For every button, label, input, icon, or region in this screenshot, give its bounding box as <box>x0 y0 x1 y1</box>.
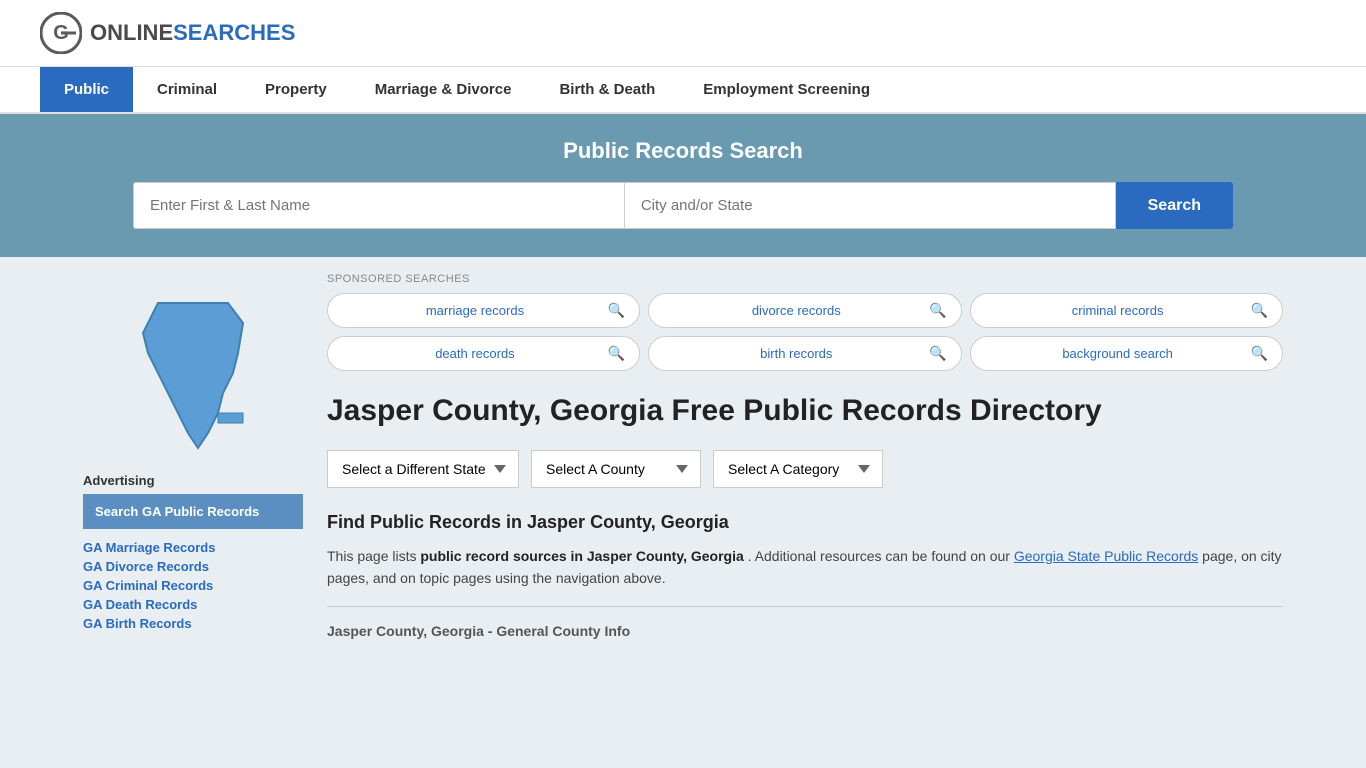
nav-item-employment[interactable]: Employment Screening <box>679 67 894 112</box>
location-input[interactable] <box>625 182 1116 229</box>
search-icon: 🔍 <box>929 345 946 362</box>
nav-item-birth-death[interactable]: Birth & Death <box>535 67 679 112</box>
county-info-label: Jasper County, Georgia - General County … <box>327 623 1283 639</box>
georgia-map-svg <box>128 293 258 453</box>
nav-link-criminal[interactable]: Criminal <box>133 67 241 112</box>
list-item[interactable]: GA Criminal Records <box>83 577 303 593</box>
state-map <box>83 293 303 453</box>
sponsored-item-criminal[interactable]: criminal records 🔍 <box>970 293 1283 328</box>
advertising-label: Advertising <box>83 473 303 488</box>
county-dropdown[interactable]: Select A County <box>531 450 701 488</box>
main-nav: Public Criminal Property Marriage & Divo… <box>0 67 1366 114</box>
content-area: SPONSORED SEARCHES marriage records 🔍 di… <box>327 273 1283 639</box>
nav-item-criminal[interactable]: Criminal <box>133 67 241 112</box>
nav-link-public[interactable]: Public <box>40 67 133 112</box>
nav-link-property[interactable]: Property <box>241 67 351 112</box>
find-heading: Find Public Records in Jasper County, Ge… <box>327 512 1283 533</box>
list-item[interactable]: GA Marriage Records <box>83 539 303 555</box>
logo-text: ONLINESEARCHES <box>90 20 295 46</box>
nav-item-public[interactable]: Public <box>40 67 133 112</box>
nav-link-marriage[interactable]: Marriage & Divorce <box>351 67 536 112</box>
logo[interactable]: G ONLINESEARCHES <box>40 12 295 54</box>
sponsored-item-death[interactable]: death records 🔍 <box>327 336 640 371</box>
search-icon: 🔍 <box>1251 345 1268 362</box>
sidebar: Advertising Search GA Public Records GA … <box>83 273 303 639</box>
sponsored-grid: marriage records 🔍 divorce records 🔍 cri… <box>327 293 1283 371</box>
category-dropdown[interactable]: Select A Category <box>713 450 883 488</box>
sidebar-link-list: GA Marriage Records GA Divorce Records G… <box>83 539 303 631</box>
hero-title: Public Records Search <box>40 138 1326 164</box>
search-icon: 🔍 <box>608 302 625 319</box>
nav-link-employment[interactable]: Employment Screening <box>679 67 894 112</box>
search-icon: 🔍 <box>1251 302 1268 319</box>
sponsored-section: SPONSORED SEARCHES marriage records 🔍 di… <box>327 273 1283 371</box>
sponsored-item-birth[interactable]: birth records 🔍 <box>648 336 961 371</box>
dropdowns-row: Select a Different State Select A County… <box>327 450 1283 488</box>
sponsored-item-divorce[interactable]: divorce records 🔍 <box>648 293 961 328</box>
list-item[interactable]: GA Divorce Records <box>83 558 303 574</box>
site-header: G ONLINESEARCHES <box>0 0 1366 67</box>
search-button[interactable]: Search <box>1116 182 1233 229</box>
sponsored-label: SPONSORED SEARCHES <box>327 273 1283 285</box>
name-input[interactable] <box>133 182 625 229</box>
page-title: Jasper County, Georgia Free Public Recor… <box>327 391 1283 430</box>
list-item[interactable]: GA Birth Records <box>83 615 303 631</box>
advertising-section: Advertising Search GA Public Records GA … <box>83 473 303 631</box>
list-item[interactable]: GA Death Records <box>83 596 303 612</box>
search-icon: 🔍 <box>929 302 946 319</box>
state-dropdown[interactable]: Select a Different State <box>327 450 519 488</box>
nav-link-birth-death[interactable]: Birth & Death <box>535 67 679 112</box>
body-text: This page lists public record sources in… <box>327 545 1283 590</box>
sponsored-item-background[interactable]: background search 🔍 <box>970 336 1283 371</box>
section-divider <box>327 606 1283 607</box>
logo-icon: G <box>40 12 82 54</box>
search-bar: Search <box>133 182 1233 229</box>
sponsored-item-marriage[interactable]: marriage records 🔍 <box>327 293 640 328</box>
search-icon: 🔍 <box>608 345 625 362</box>
nav-item-marriage[interactable]: Marriage & Divorce <box>351 67 536 112</box>
sidebar-ad-button[interactable]: Search GA Public Records <box>83 494 303 529</box>
main-content: Advertising Search GA Public Records GA … <box>63 257 1303 655</box>
hero-section: Public Records Search Search <box>0 114 1366 257</box>
nav-item-property[interactable]: Property <box>241 67 351 112</box>
georgia-records-link[interactable]: Georgia State Public Records <box>1014 548 1198 564</box>
